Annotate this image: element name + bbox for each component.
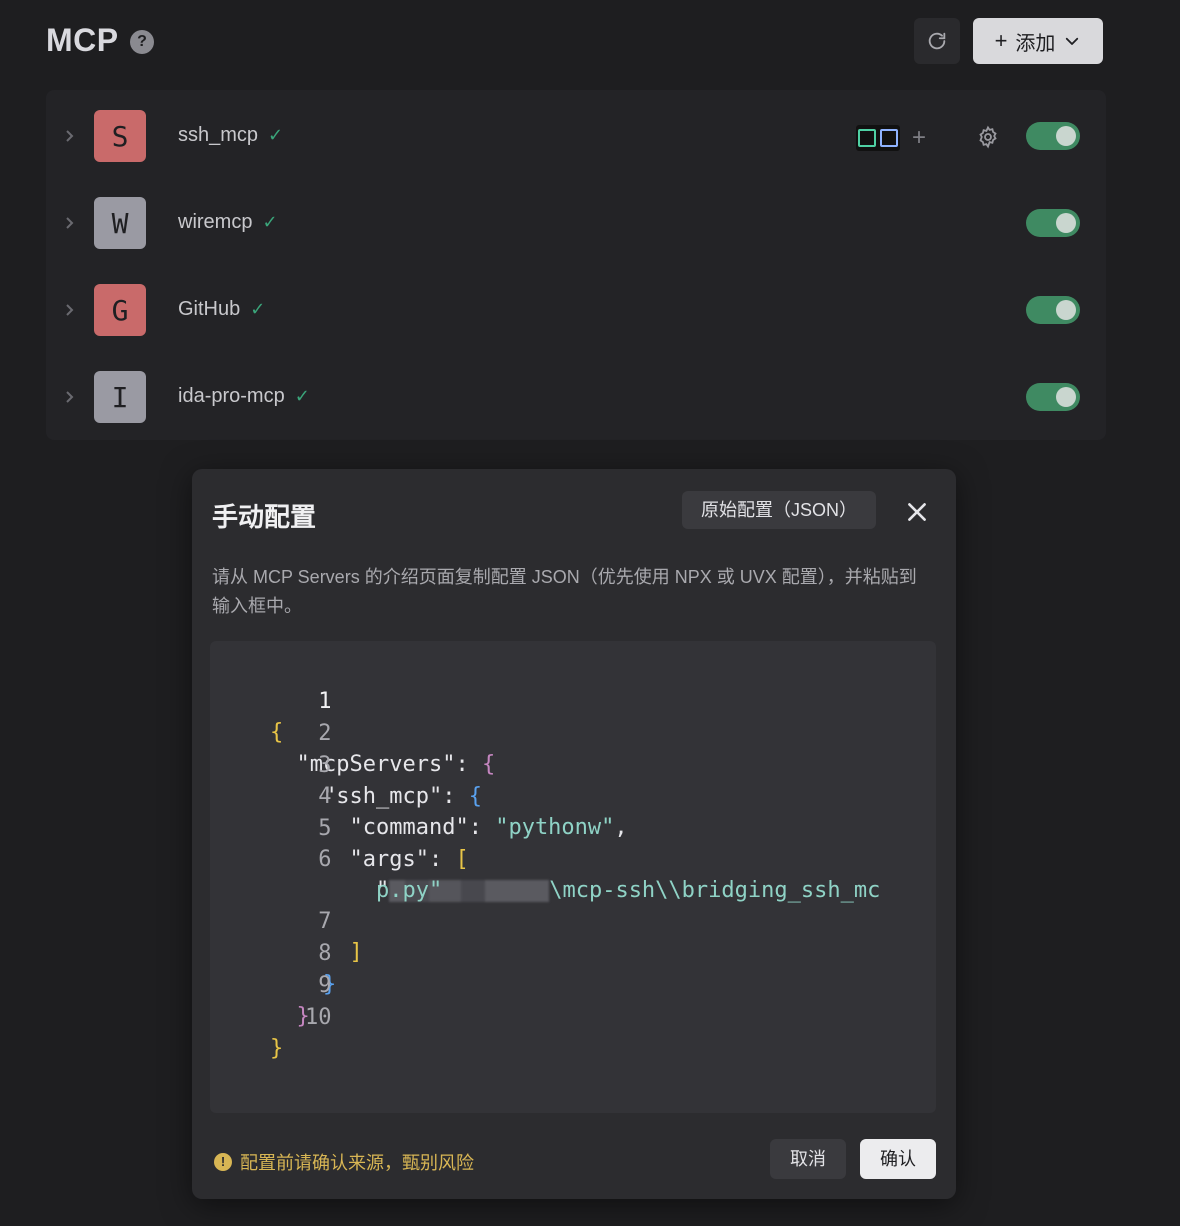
json-code-editor[interactable]: 1 { 2 "mcpServers": { 3 "ssh_mcp": { 4 "… xyxy=(210,641,936,1113)
server-name: wiremcp ✓ xyxy=(178,211,278,234)
server-toggle[interactable] xyxy=(1026,122,1080,150)
code-line: 5 "args": [ xyxy=(210,782,468,872)
server-name: GitHub ✓ xyxy=(178,298,265,321)
code-line: 3 "ssh_mcp": { xyxy=(210,719,482,809)
avatar: G xyxy=(94,284,146,336)
line-number: 6 xyxy=(318,847,332,872)
close-icon[interactable] xyxy=(904,499,930,525)
toggle-knob xyxy=(1056,213,1076,233)
json-key: "ssh_mcp" xyxy=(322,784,443,809)
server-name-text: ssh_mcp xyxy=(178,124,259,146)
code-line: 4 "command": "pythonw", xyxy=(210,750,627,840)
line-number: 7 xyxy=(318,909,332,934)
refresh-button[interactable] xyxy=(914,18,960,64)
json-key: "args" xyxy=(349,847,429,872)
server-row[interactable]: S ssh_mcp ✓ + xyxy=(46,92,1106,180)
line-number: 2 xyxy=(318,721,332,746)
json-string: "pythonw" xyxy=(495,815,615,840)
server-row[interactable]: W wiremcp ✓ xyxy=(46,179,1106,267)
line-number: 5 xyxy=(318,816,332,841)
server-row[interactable]: G GitHub ✓ xyxy=(46,266,1106,354)
terminal-box-icon xyxy=(858,129,876,147)
line-number: 9 xyxy=(318,973,332,998)
raw-json-button[interactable]: 原始配置（JSON） xyxy=(682,491,876,529)
code-line: p.py" xyxy=(210,844,442,903)
add-button-label: 添加 xyxy=(1015,32,1056,55)
line-number: 3 xyxy=(318,753,332,778)
toggle-knob xyxy=(1056,126,1076,146)
server-row[interactable]: I ida-pro-mcp ✓ xyxy=(46,353,1106,441)
code-line: 7 ] xyxy=(210,875,363,965)
check-icon: ✓ xyxy=(262,212,278,232)
dialog-description: 请从 MCP Servers 的介绍页面复制配置 JSON（优先使用 NPX 或… xyxy=(212,567,917,616)
code-line: 8 } xyxy=(210,907,336,997)
add-button[interactable]: + 添加 xyxy=(973,18,1103,64)
json-string: p.py" xyxy=(375,878,443,903)
chevron-right-icon[interactable] xyxy=(64,126,76,146)
check-icon: ✓ xyxy=(268,125,284,145)
code-line: 9 } xyxy=(210,939,332,1029)
check-icon: ✓ xyxy=(250,299,266,319)
check-icon: ✓ xyxy=(294,386,310,406)
code-line: 1 { xyxy=(210,655,331,745)
server-name-text: ida-pro-mcp xyxy=(178,385,285,407)
chevron-right-icon[interactable] xyxy=(64,387,76,407)
refresh-icon xyxy=(928,32,946,50)
server-toggle[interactable] xyxy=(1026,296,1080,324)
server-list: S ssh_mcp ✓ + W wiremcp ✓ G GitHub ✓ I i… xyxy=(46,90,1106,440)
json-string: \mcp-ssh\\bridging_ssh_mc xyxy=(549,878,881,903)
line-number: 8 xyxy=(318,941,332,966)
page-title: MCP xyxy=(46,22,119,58)
line-number: 10 xyxy=(304,1005,332,1030)
chevron-right-icon[interactable] xyxy=(64,213,76,233)
avatar: I xyxy=(94,371,146,423)
toggle-knob xyxy=(1056,387,1076,407)
plus-icon: + xyxy=(994,28,1008,53)
toggle-knob xyxy=(1056,300,1076,320)
server-name-text: GitHub xyxy=(178,298,241,320)
line-number: 4 xyxy=(318,784,332,809)
server-toggle[interactable] xyxy=(1026,209,1080,237)
code-line: 2 "mcpServers": { xyxy=(210,687,496,777)
manual-config-dialog: 手动配置 原始配置（JSON） 请从 MCP Servers 的介绍页面复制配置… xyxy=(192,469,956,1199)
avatar: S xyxy=(94,110,146,162)
gear-icon[interactable] xyxy=(976,125,1000,149)
avatar: W xyxy=(94,197,146,249)
warning-text: 配置前请确认来源，甄别风险 xyxy=(240,1153,474,1173)
chevron-right-icon[interactable] xyxy=(64,300,76,320)
server-toggle[interactable] xyxy=(1026,383,1080,411)
server-name-text: wiremcp xyxy=(178,211,253,233)
code-line: 6 " \mcp-ssh\\bridging_ssh_mc xyxy=(210,813,880,903)
dialog-title: 手动配置 xyxy=(212,502,317,532)
tool-badges: + xyxy=(856,124,926,152)
confirm-button[interactable]: 确认 xyxy=(860,1139,936,1179)
server-name: ida-pro-mcp ✓ xyxy=(178,385,310,408)
risk-warning: ! 配置前请确认来源，甄别风险 xyxy=(214,1149,474,1175)
window-box-icon xyxy=(880,129,898,147)
code-line: 10 } xyxy=(210,971,331,1061)
server-name: ssh_mcp ✓ xyxy=(178,124,283,147)
add-tool-icon[interactable]: + xyxy=(912,124,926,152)
cancel-button[interactable]: 取消 xyxy=(770,1139,846,1179)
chevron-down-icon xyxy=(1066,37,1079,45)
line-number: 1 xyxy=(318,689,332,714)
terminal-icon[interactable] xyxy=(856,125,900,151)
json-key: "command" xyxy=(349,815,469,840)
warning-icon: ! xyxy=(214,1153,232,1171)
help-icon[interactable]: ? xyxy=(130,30,154,54)
